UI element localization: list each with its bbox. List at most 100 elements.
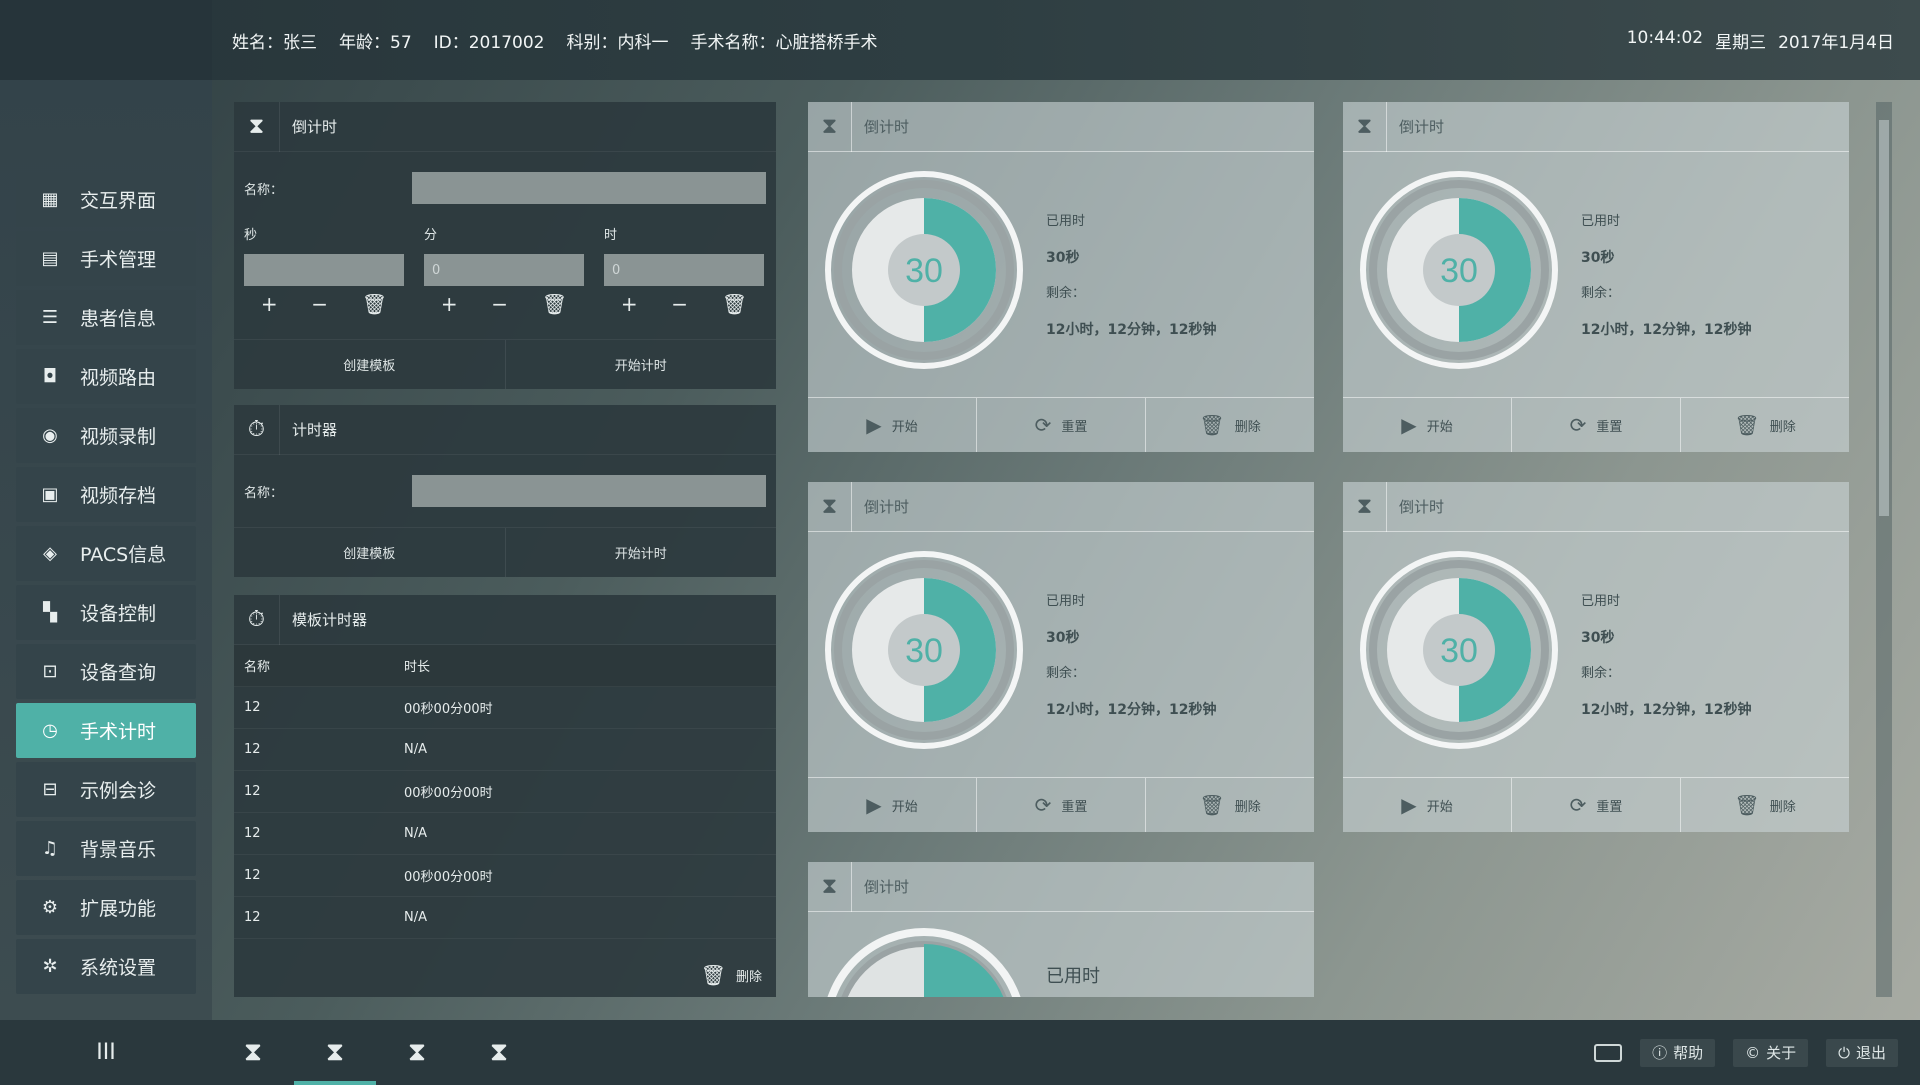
- start-button[interactable]: ▶ 开始: [1343, 398, 1511, 452]
- start-label: 开始: [1426, 799, 1453, 815]
- about-button[interactable]: © 关于: [1733, 1038, 1809, 1067]
- row-duration: 00秒00分00时: [404, 870, 493, 885]
- minutes-trash-icon[interactable]: 🗑: [542, 292, 567, 316]
- clock: 10:44:02 星期三 2017年1月4日: [1627, 28, 1920, 53]
- countdown-value: 30: [1440, 252, 1478, 290]
- reset-button[interactable]: ⟳ 重置: [1511, 778, 1680, 832]
- table-row[interactable]: 12 N/A: [234, 897, 776, 939]
- start-timing-button[interactable]: 开始计时: [504, 340, 777, 389]
- reset-button[interactable]: ⟳ 重置: [976, 398, 1145, 452]
- list-icon: ☰: [41, 307, 59, 328]
- used-label: 已用时: [1046, 594, 1086, 609]
- play-icon: ▶: [866, 413, 882, 437]
- sidebar-item-video-camera[interactable]: ◘ 视频路由: [16, 349, 196, 404]
- delete-button[interactable]: 🗑 删除: [1680, 398, 1849, 452]
- sidebar-item-label: 手术管理: [80, 249, 157, 271]
- menu-button[interactable]: III: [0, 1040, 212, 1065]
- delete-button[interactable]: 🗑 删除: [1680, 778, 1849, 832]
- countdown-value: 30: [1440, 632, 1478, 670]
- seconds-input[interactable]: [244, 254, 404, 286]
- table-row[interactable]: 12 00秒00分00时: [234, 687, 776, 729]
- remain-value: 12小时，12分钟，12秒钟: [1581, 702, 1752, 718]
- sidebar-item-dashboard[interactable]: ▚ 设备控制: [16, 585, 196, 640]
- sidebar-item-settings[interactable]: ✲ 系统设置: [16, 939, 196, 994]
- stopwatch-icon: ⏱: [234, 404, 280, 455]
- reset-button[interactable]: ⟳ 重置: [976, 778, 1145, 832]
- sidebar-item-label: PACS信息: [80, 544, 167, 566]
- archive-icon: ▣: [41, 484, 59, 505]
- seconds-trash-icon[interactable]: 🗑: [362, 292, 387, 316]
- partial-card-title: 倒计时: [864, 878, 910, 896]
- reset-label: 重置: [1596, 799, 1623, 815]
- help-button[interactable]: ⓘ 帮助: [1640, 1038, 1716, 1067]
- progress-ring: 30: [825, 551, 1023, 749]
- row-name: 12: [244, 784, 261, 799]
- hourglass-tab-3[interactable]: ⧗: [376, 1020, 458, 1085]
- interactive-icon: ▦: [41, 189, 59, 210]
- sidebar-item-layers[interactable]: ◈ PACS信息: [16, 526, 196, 581]
- sidebar-item-list[interactable]: ☰ 患者信息: [16, 290, 196, 345]
- timer-icon: ◷: [42, 720, 58, 741]
- sidebar-item-calendar[interactable]: ▤ 手术管理: [16, 231, 196, 286]
- hourglass-tab-4[interactable]: ⧗: [458, 1020, 540, 1085]
- start-button[interactable]: ▶ 开始: [1343, 778, 1511, 832]
- template-timer-panel: ⏱ 模板计时器 名称 时长 12 00秒00分00时 12 N/A 12 00秒00分00…: [234, 594, 776, 997]
- start-label: 开始: [1426, 419, 1453, 435]
- scrollbar-thumb[interactable]: [1879, 120, 1889, 516]
- patient-department: 科别：内科一: [566, 32, 669, 53]
- hours-trash-icon[interactable]: 🗑: [722, 292, 747, 316]
- row-duration: 00秒00分00时: [404, 786, 493, 801]
- create-template-button[interactable]: 创建模板: [234, 340, 505, 389]
- hours-minus-button[interactable]: −: [671, 292, 688, 316]
- minutes-minus-button[interactable]: −: [491, 292, 508, 316]
- keyboard-icon[interactable]: [1594, 1043, 1623, 1062]
- hourglass-tab-1[interactable]: ⧗: [212, 1020, 294, 1085]
- start-label: 开始: [891, 799, 918, 815]
- seconds-minus-button[interactable]: −: [311, 292, 328, 316]
- sidebar-item-record[interactable]: ◉ 视频录制: [16, 408, 196, 463]
- countdown-name-input[interactable]: [412, 172, 766, 204]
- delete-button[interactable]: 🗑 删除: [1145, 398, 1314, 452]
- timer-create-template-button[interactable]: 创建模板: [234, 528, 505, 577]
- progress-ring: 30: [825, 171, 1023, 369]
- sidebar-item-gears[interactable]: ⚙ 扩展功能: [16, 880, 196, 935]
- table-row[interactable]: 12 N/A: [234, 813, 776, 855]
- patient-info: 姓名：张三 年龄：57 ID：2017002 科别：内科一 手术名称：心脏搭桥手…: [212, 28, 877, 53]
- main-scrollbar[interactable]: [1876, 102, 1892, 997]
- sidebar-item-search-doc[interactable]: ⊡ 设备查询: [16, 644, 196, 699]
- hours-plus-button[interactable]: +: [621, 292, 638, 316]
- delete-button[interactable]: 🗑 删除: [1145, 778, 1314, 832]
- start-button[interactable]: ▶ 开始: [808, 398, 976, 452]
- sidebar-item-archive[interactable]: ▣ 视频存档: [16, 467, 196, 522]
- table-row[interactable]: 12 N/A: [234, 729, 776, 771]
- sidebar-item-music[interactable]: ♫ 背景音乐: [16, 821, 196, 876]
- seconds-group: 秒 + − 🗑: [234, 224, 414, 316]
- row-duration: N/A: [404, 742, 427, 757]
- card-title: 倒计时: [864, 498, 910, 516]
- minutes-group: 分 0 + − 🗑: [414, 224, 594, 316]
- play-icon: ▶: [866, 793, 882, 817]
- col-name: 名称: [244, 660, 271, 675]
- timer-start-button[interactable]: 开始计时: [504, 528, 777, 577]
- sidebar-item-consult[interactable]: ⊟ 示例会诊: [16, 762, 196, 817]
- hourglass-tab-2[interactable]: ⧗: [294, 1020, 376, 1085]
- timer-name-input[interactable]: [412, 475, 766, 507]
- seconds-plus-button[interactable]: +: [261, 292, 278, 316]
- card-info: 已用时 30秒 剩余： 12小时，12分钟，12秒钟: [1046, 204, 1216, 348]
- reset-button[interactable]: ⟳ 重置: [1511, 398, 1680, 452]
- minutes-input[interactable]: 0: [424, 254, 584, 286]
- minutes-label: 分: [424, 228, 438, 243]
- hourglass-icon: ⧗: [808, 481, 852, 532]
- hourglass-icon: ⧗: [1343, 101, 1387, 152]
- sidebar-item-timer[interactable]: ◷ 手术计时: [16, 703, 196, 758]
- hours-input[interactable]: 0: [604, 254, 764, 286]
- countdown-card: ⧗ 倒计时 30 已用时 30秒 剩余： 12小时，12分钟，12秒钟 ▶ 开始 …: [808, 481, 1314, 832]
- template-delete-button[interactable]: 🗑 删除: [701, 963, 762, 987]
- countdown-card-partial: ⧗ 倒计时 已用时: [808, 862, 1314, 997]
- start-button[interactable]: ▶ 开始: [808, 778, 976, 832]
- sidebar-item-interactive[interactable]: ▦ 交互界面: [16, 172, 196, 227]
- exit-button[interactable]: ⏻ 退出: [1826, 1038, 1898, 1067]
- minutes-plus-button[interactable]: +: [441, 292, 458, 316]
- table-row[interactable]: 12 00秒00分00时: [234, 771, 776, 813]
- table-row[interactable]: 12 00秒00分00时: [234, 855, 776, 897]
